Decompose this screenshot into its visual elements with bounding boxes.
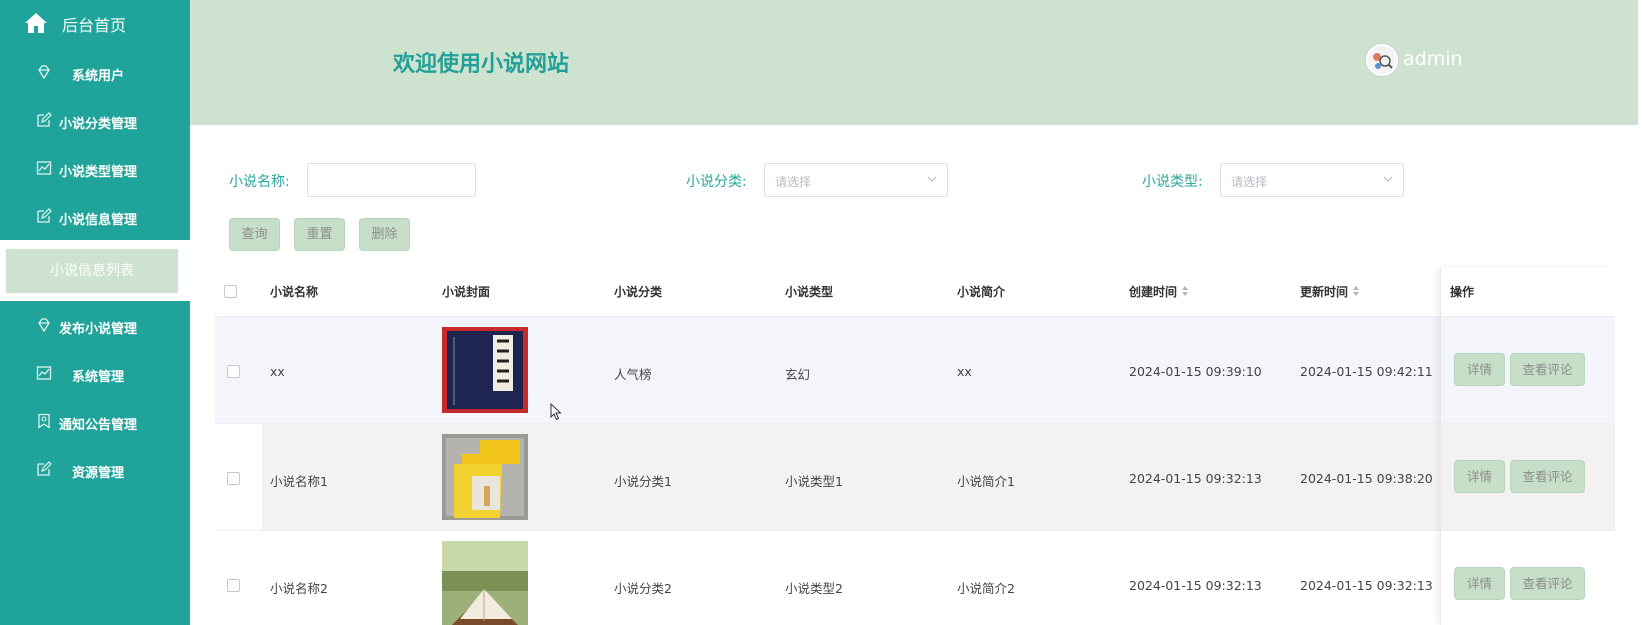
home-icon [25,13,47,33]
column-header-created[interactable]: 创建时间 [1129,283,1189,300]
sort-icon [1182,286,1189,296]
view-comments-button[interactable]: 查看评论 [1510,460,1585,493]
row-category: 小说分类1 [614,474,672,489]
row-divider [215,423,1615,424]
row-category: 人气榜 [614,367,652,382]
row-intro: 小说简介2 [957,581,1015,596]
sidebar-item-notice[interactable]: 通知公告管理 [0,400,190,444]
filter-name-label: 小说名称: [229,174,290,190]
sidebar-item-label: 小说分类管理 [58,117,137,132]
sidebar-item-publish-novel[interactable]: 发布小说管理 [0,304,190,348]
view-comments-button[interactable]: 查看评论 [1510,567,1585,600]
row-created-time: 2024-01-15 09:39:10 [1129,364,1262,379]
type-placeholder: 请选择 [1231,175,1268,189]
sidebar-subitem-novel-list[interactable]: 小说信息列表 [6,249,178,293]
view-comments-button[interactable]: 查看评论 [1510,353,1585,386]
chevron-down-icon [927,176,937,182]
sidebar-item-label: 发布小说管理 [58,322,137,337]
sidebar-item-system-users[interactable]: 系统用户 [0,51,190,95]
delete-button[interactable]: 删除 [359,218,410,251]
column-header-category: 小说分类 [614,285,663,299]
row-intro: 小说简介1 [957,474,1015,489]
sidebar-item-label: 小说信息管理 [58,213,137,228]
sidebar-item-novel-category[interactable]: 小说分类管理 [0,99,190,143]
book-cover-image[interactable] [442,541,528,625]
row-type: 小说类型2 [785,581,843,596]
row-checkbox[interactable] [227,472,240,485]
column-header-updated-label: 更新时间 [1300,285,1349,299]
column-header-created-label: 创建时间 [1129,285,1178,299]
sidebar-item-system-management[interactable]: 系统管理 [0,352,190,396]
row-type: 小说类型1 [785,474,843,489]
row-updated-time: 2024-01-15 09:42:11 [1300,364,1433,379]
sidebar-item-novel-info[interactable]: 小说信息管理 [0,195,190,239]
sidebar: 后台首页 系统用户 小说分类管理 小说类型管理 小说信息管理 小说信息列表 发布… [0,0,190,625]
column-header-intro: 小说简介 [957,285,1006,299]
column-header-type: 小说类型 [785,285,834,299]
sidebar-item-label: 小说类型管理 [58,165,137,180]
filter-type-label: 小说类型: [1142,174,1203,190]
reset-button[interactable]: 重置 [294,218,345,251]
row-updated-time: 2024-01-15 09:32:13 [1300,578,1433,593]
sidebar-item-label: 系统管理 [71,370,124,385]
novel-category-select[interactable]: 请选择 [764,163,948,197]
row-name: xx [270,364,285,379]
avatar-icon [1368,46,1396,74]
row-type: 玄幻 [785,367,811,382]
row-divider [215,316,1615,317]
row-intro: xx [957,364,972,379]
sidebar-item-label: 资源管理 [71,466,124,481]
chevron-down-icon [1383,176,1393,182]
novel-name-input[interactable] [307,163,476,197]
sidebar-item-label: 系统用户 [71,69,124,84]
column-header-name: 小说名称 [270,285,319,299]
detail-button[interactable]: 详情 [1454,567,1505,600]
detail-button[interactable]: 详情 [1454,460,1505,493]
row-checkbox[interactable] [227,579,240,592]
detail-button[interactable]: 详情 [1454,353,1505,386]
column-header-cover: 小说封面 [442,285,491,299]
book-cover-image[interactable] [442,434,528,520]
novel-type-select[interactable]: 请选择 [1220,163,1404,197]
row-name: 小说名称1 [270,474,328,489]
row-checkbox[interactable] [227,365,240,378]
select-all-checkbox[interactable] [224,285,237,298]
avatar[interactable] [1365,43,1399,77]
query-button[interactable]: 查询 [229,218,280,251]
column-header-updated[interactable]: 更新时间 [1300,283,1360,300]
sort-icon [1353,286,1360,296]
sidebar-item-novel-type[interactable]: 小说类型管理 [0,147,190,191]
row-divider [215,530,1615,531]
mouse-cursor-icon [550,403,562,421]
sidebar-item-label: 通知公告管理 [58,418,137,433]
sidebar-home-label: 后台首页 [62,16,127,35]
sidebar-subitem-label: 小说信息列表 [50,263,134,279]
top-header: 欢迎使用小说网站 admin [190,0,1638,125]
row-name: 小说名称2 [270,581,328,596]
book-cover-image[interactable] [442,327,528,413]
sidebar-item-resources[interactable]: 资源管理 [0,448,190,492]
row-updated-time: 2024-01-15 09:38:20 [1300,471,1433,486]
sidebar-home[interactable]: 后台首页 [0,0,190,46]
row-created-time: 2024-01-15 09:32:13 [1129,578,1262,593]
row-category: 小说分类2 [614,581,672,596]
category-placeholder: 请选择 [775,175,812,189]
username[interactable]: admin [1403,48,1463,70]
filter-category-label: 小说分类: [686,174,747,190]
welcome-title: 欢迎使用小说网站 [393,52,570,77]
row-created-time: 2024-01-15 09:32:13 [1129,471,1262,486]
